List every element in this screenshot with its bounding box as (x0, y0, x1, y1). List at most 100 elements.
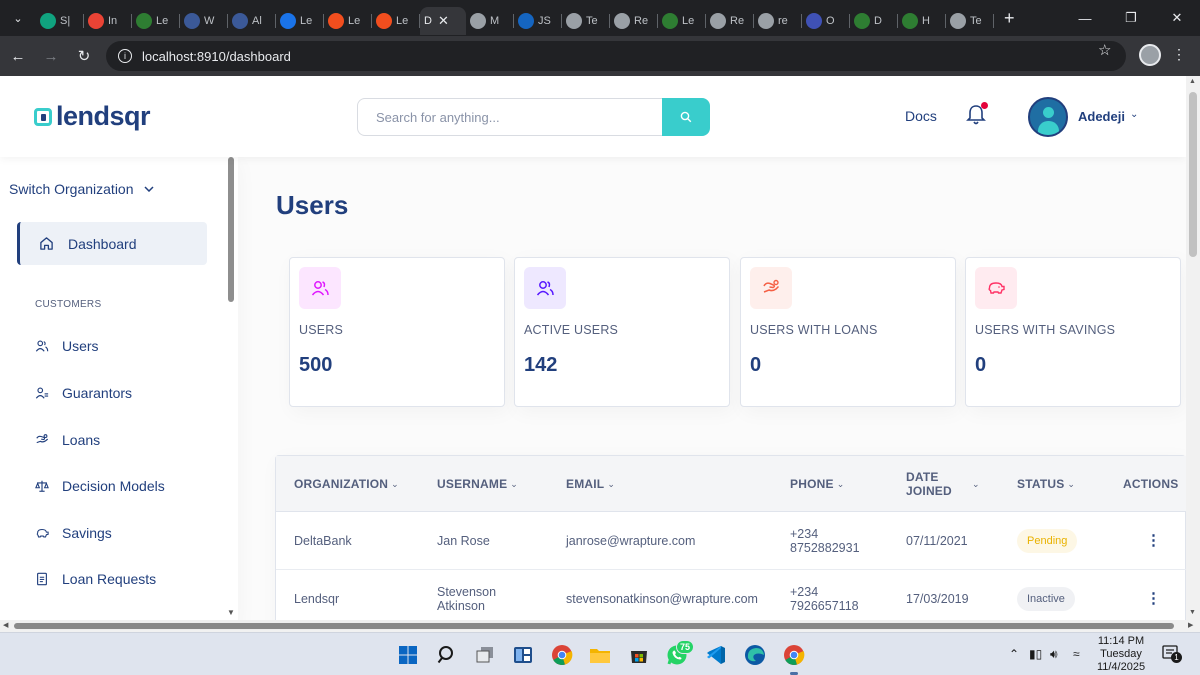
vscode-icon[interactable] (703, 642, 729, 668)
sidebar-item-users[interactable]: Users (35, 338, 99, 354)
browser-tab[interactable]: In (84, 7, 132, 35)
users-table: ORGANIZATION ⌄ USERNAME ⌄ EMAIL ⌄ PHONE ⌄ DA… (275, 455, 1186, 620)
file-explorer-icon[interactable] (587, 642, 613, 668)
scroll-down-arrow-icon[interactable]: ▼ (227, 608, 235, 617)
switch-organization[interactable]: Switch Organization (9, 181, 154, 197)
notifications-button[interactable] (966, 102, 988, 131)
user-avatar[interactable] (1028, 97, 1068, 137)
browser-tab[interactable]: Re (610, 7, 658, 35)
browser-tab[interactable]: JS (514, 7, 562, 35)
sidebar-item-loan-requests[interactable]: Loan Requests (35, 571, 156, 587)
search-button[interactable] (662, 98, 710, 136)
address-bar[interactable]: i localhost:8910/dashboard (106, 41, 1126, 71)
browser-tab[interactable]: Te (562, 7, 610, 35)
filter-chevron-icon[interactable]: ⌄ (1067, 479, 1075, 490)
wifi-icon[interactable]: ≈ (1073, 647, 1080, 661)
taskbar-clock[interactable]: 11:14 PM Tuesday 11/4/2025 (1092, 635, 1150, 674)
filter-chevron-icon[interactable]: ⌄ (972, 479, 980, 490)
row-actions-button[interactable]: ⋮ (1146, 512, 1161, 570)
sidebar-item-savings[interactable]: Savings (35, 525, 112, 541)
lendsqr-icon (902, 13, 918, 29)
close-tab-icon[interactable]: ✕ (438, 13, 449, 29)
scroll-right-arrow-icon[interactable]: ▶ (1188, 621, 1193, 629)
minimize-button[interactable]: — (1062, 0, 1108, 36)
page-horizontal-scrollbar[interactable]: ◀ ▶ (0, 620, 1200, 632)
filter-chevron-icon[interactable]: ⌄ (510, 479, 518, 490)
microsoft-store-icon[interactable] (626, 642, 652, 668)
sidebar-scroll-thumb[interactable] (228, 157, 234, 302)
column-header-organization[interactable]: ORGANIZATION ⌄ (294, 456, 399, 512)
search-icon[interactable] (434, 642, 460, 668)
reload-button[interactable]: ↻ (69, 41, 99, 71)
bookmark-star-icon[interactable]: ☆ (1098, 41, 1111, 59)
cell-date-joined: 17/03/2019 (906, 592, 969, 606)
search-input[interactable] (357, 98, 662, 136)
browser-tab[interactable]: Le (132, 7, 180, 35)
browser-tab[interactable]: W (180, 7, 228, 35)
browser-tab[interactable]: D (850, 7, 898, 35)
browser-tab[interactable]: S| (36, 7, 84, 35)
browser-tab[interactable]: Le (324, 7, 372, 35)
back-button[interactable]: ← (3, 41, 33, 71)
column-header-username[interactable]: USERNAME ⌄ (437, 456, 518, 512)
sidebar-scrollbar[interactable]: ▼ (227, 157, 235, 620)
notification-center-button[interactable]: 1 (1162, 645, 1182, 663)
openai-icon (710, 13, 726, 29)
filter-chevron-icon[interactable]: ⌄ (607, 479, 615, 490)
edge-icon[interactable] (742, 642, 768, 668)
show-hidden-icons-icon[interactable]: ⌃ (1009, 647, 1019, 661)
task-view-icon[interactable] (472, 642, 498, 668)
horizontal-scroll-thumb[interactable] (14, 623, 1174, 629)
page-vertical-scrollbar[interactable]: ▲ ▼ (1186, 76, 1200, 620)
site-info-icon[interactable]: i (118, 49, 132, 63)
stat-card-users-with-loans: USERS WITH LOANS 0 (740, 257, 956, 407)
filter-chevron-icon[interactable]: ⌄ (391, 479, 399, 490)
more-vertical-icon[interactable]: ⋮ (1146, 533, 1161, 548)
user-name[interactable]: Adedeji (1078, 109, 1125, 124)
scroll-left-arrow-icon[interactable]: ◀ (3, 621, 8, 629)
chrome-icon[interactable] (549, 642, 575, 668)
profile-avatar[interactable] (1139, 44, 1161, 66)
close-window-button[interactable]: ✕ (1154, 0, 1200, 36)
lendsqr-logo[interactable]: lendsqr (34, 101, 151, 132)
docs-link[interactable]: Docs (905, 108, 937, 124)
browser-tab[interactable]: D ✕ (420, 7, 466, 35)
windows-start-icon[interactable] (395, 642, 421, 668)
sidebar-item-decision-models[interactable]: Decision Models (35, 478, 165, 494)
browser-tab[interactable]: Te (946, 7, 994, 35)
sidebar-item-dashboard[interactable]: Dashboard (17, 222, 207, 265)
forward-button[interactable]: → (36, 41, 66, 71)
filter-chevron-icon[interactable]: ⌄ (837, 479, 845, 490)
new-tab-button[interactable]: + (1004, 8, 1015, 29)
scroll-down-arrow-icon[interactable]: ▼ (1189, 609, 1196, 616)
chrome-active-icon[interactable] (781, 642, 807, 675)
browser-tab[interactable]: Al (228, 7, 276, 35)
column-header-status[interactable]: STATUS ⌄ (1017, 456, 1075, 512)
scroll-up-arrow-icon[interactable]: ▲ (1189, 78, 1196, 85)
browser-tab[interactable]: M (466, 7, 514, 35)
vertical-scroll-thumb[interactable] (1189, 92, 1197, 257)
browser-tab[interactable]: O (802, 7, 850, 35)
battery-icon[interactable]: ▮▯ (1029, 647, 1042, 661)
browser-tab[interactable]: H (898, 7, 946, 35)
column-header-phone[interactable]: PHONE ⌄ (790, 456, 844, 512)
volume-icon[interactable]: 🔊︎ (1050, 647, 1058, 662)
row-actions-button[interactable]: ⋮ (1146, 570, 1161, 620)
browser-tab[interactable]: Le (372, 7, 420, 35)
table-row[interactable]: DeltaBank Jan Rose janrose@wrapture.com … (276, 512, 1186, 570)
sidebar-item-loans[interactable]: Loans (35, 432, 100, 448)
sidebar-item-guarantors[interactable]: Guarantors (35, 385, 132, 401)
more-vertical-icon[interactable]: ⋮ (1146, 591, 1161, 606)
browser-tab[interactable]: Re (706, 7, 754, 35)
browser-tab[interactable]: re (754, 7, 802, 35)
browser-tab[interactable]: Le (276, 7, 324, 35)
browser-menu-icon[interactable]: ⋮ (1172, 46, 1186, 63)
table-row[interactable]: Lendsqr Stevenson Atkinson stevensonatki… (276, 570, 1186, 620)
restore-button[interactable]: ❐ (1108, 0, 1154, 36)
browser-tab[interactable]: Le (658, 7, 706, 35)
chevron-down-icon[interactable]: ⌄ (1130, 109, 1138, 120)
column-header-date-joined[interactable]: DATE JOINED ⌄ (906, 456, 982, 512)
tab-search-button[interactable]: ⌄ (0, 0, 36, 36)
column-header-email[interactable]: EMAIL ⌄ (566, 456, 615, 512)
widgets-icon[interactable] (510, 642, 536, 668)
